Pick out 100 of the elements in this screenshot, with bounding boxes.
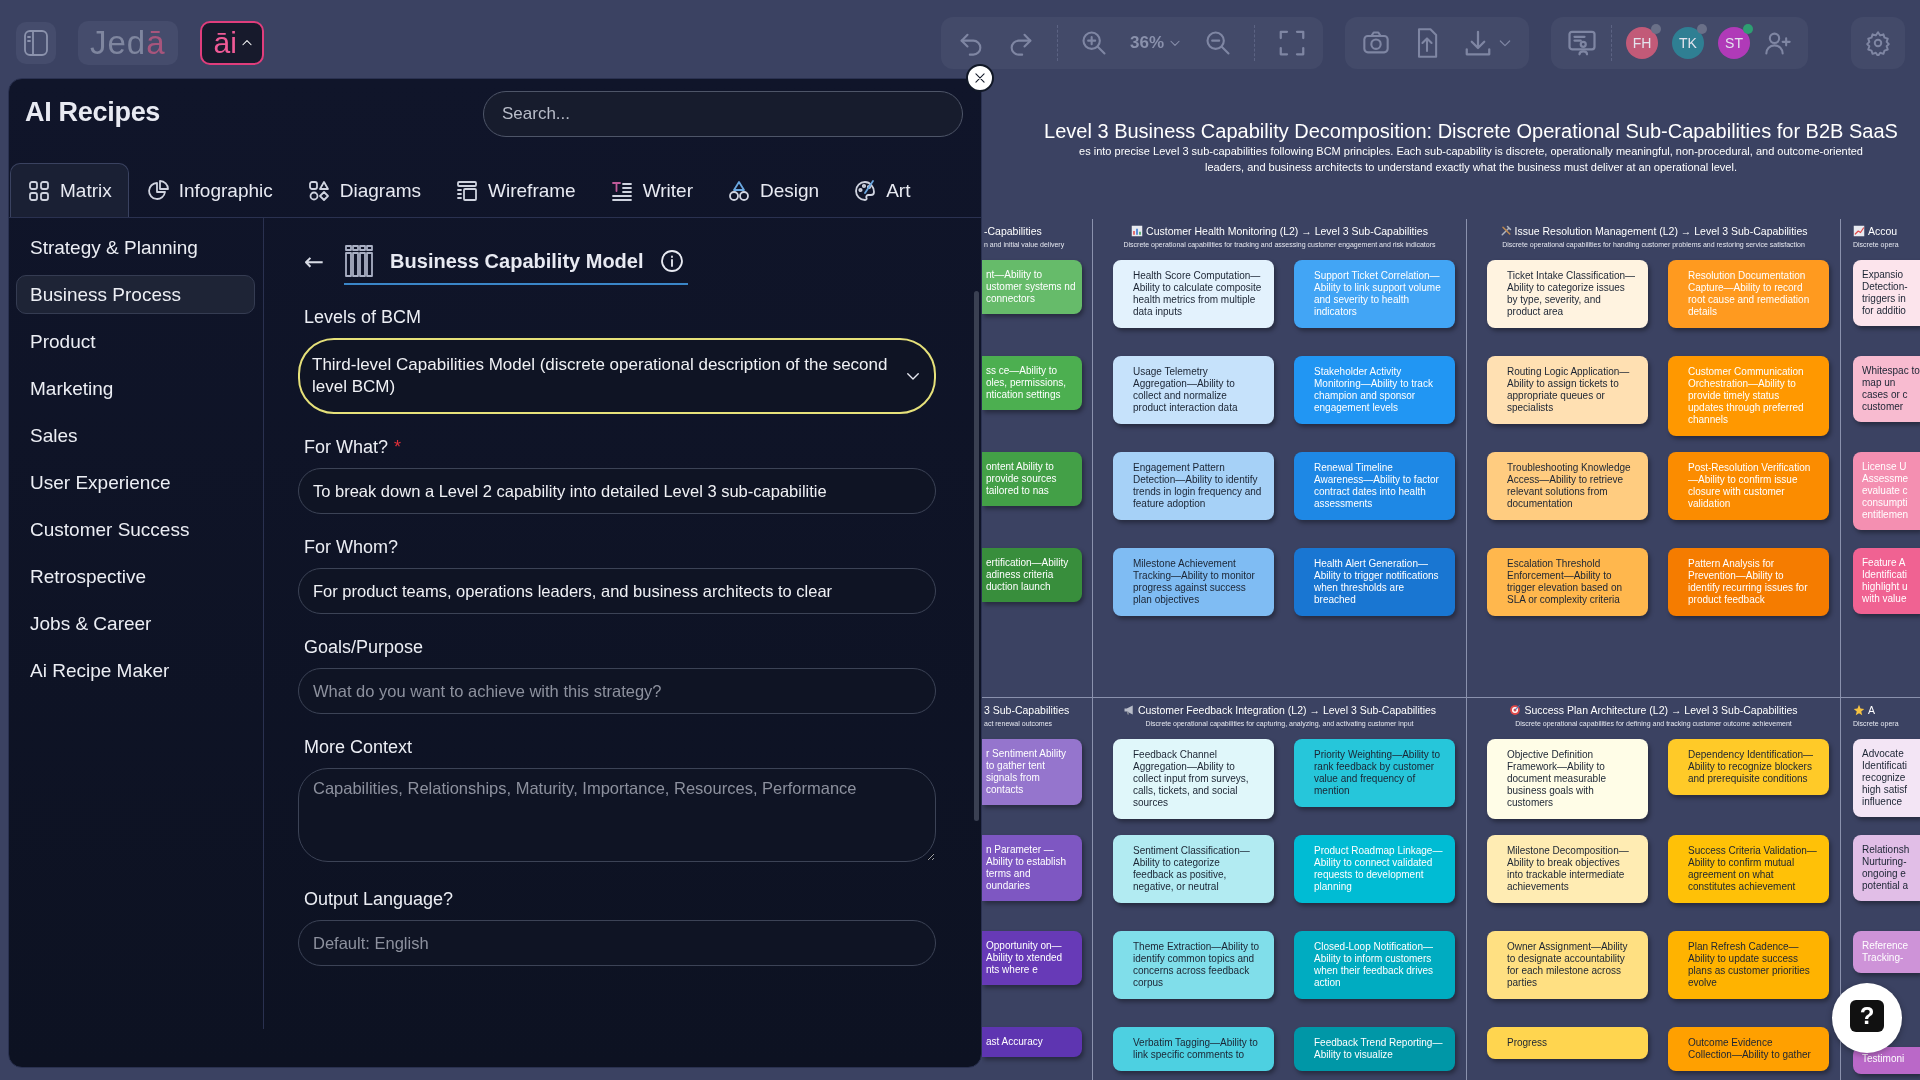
input-field[interactable]: Default: English [298,920,936,966]
avatar[interactable]: ST [1718,27,1750,59]
column-title: Customer Health Monitoring (L2) → Level 3 Sub-Capabilities [1146,225,1428,237]
canvas-title: Level 3 Business Capability Decomposition: Discrete Operational Sub-Capabilities for B2B SaaS [1043,120,1899,143]
capability-card: Testimoni [1853,1047,1920,1074]
category-item[interactable]: Jobs & Career [16,604,255,643]
target-icon [1509,704,1522,716]
tab[interactable]: Design [710,163,837,217]
grid-icon [27,178,51,203]
capability-card: Escalation Threshold Enforcement—Ability to trigger elevation based on SLA or complexity criteria [1487,548,1648,616]
capability-card: Theme Extraction—Ability to identify common topics and concerns across feedback corpus [1113,931,1274,999]
column-title: 3 Sub-Capabilities [984,704,1070,716]
bar-chart-icon [1131,225,1144,237]
info-icon[interactable] [659,249,684,273]
search-field[interactable]: Search... [483,91,963,137]
capability-card: Resolution Documentation Capture—Ability to record root cause and remediation details [1668,260,1829,328]
tab[interactable]: Wireframe [438,163,593,217]
palette-icon [853,178,878,203]
capability-card: Opportunity on—Ability to xtended nts where e [982,931,1082,985]
settings-icon[interactable] [1865,30,1891,56]
shapes-icon [727,178,751,203]
capability-card: Health Score Computation—Ability to calculate composite health metrics from multiple data inputs [1113,260,1274,328]
tab[interactable]: Matrix [10,163,129,217]
category-item[interactable]: Retrospective [16,557,255,596]
field-label: For What? [304,437,389,458]
capability-card: Milestone Decomposition—Ability to break objectives into trackable intermediate achievements [1487,835,1648,903]
capability-card: Expansio Detection- triggers in for additio [1853,260,1920,326]
tab[interactable]: Diagrams [289,163,439,217]
capability-card: Feature A Identificati highlight u with value [1853,548,1920,614]
scrollbar[interactable] [974,291,979,821]
tab[interactable]: Writer [592,163,710,217]
capability-card: Progress [1487,1027,1648,1059]
field-label: Goals/Purpose [304,637,424,658]
select-field[interactable]: Third-level Capabilities Model (discrete operational description of the second level BCM) [298,338,936,414]
capability-card: Troubleshooting Knowledge Access—Ability to retrieve relevant solutions from documentation [1487,452,1648,520]
required-mark: * [394,437,402,458]
capability-card: License U Assessme evaluate c consumpti entitlemen [1853,452,1920,530]
canvas-subtitle: leaders, and business architects to understand exactly what the business must deliver at an operational level. [1205,160,1737,175]
column-title: A [1868,704,1875,716]
capability-card: Advocate Identificati recognize high satisf influence [1853,739,1920,817]
panel-title: AI Recipes [25,96,161,128]
tab[interactable]: Art [836,163,928,217]
capability-card: Success Criteria Validation—Ability to confirm mutual agreement on what constitutes achievement [1668,835,1829,903]
input-field[interactable]: To break down a Level 2 capability into detailed Level 3 sub-capabilitie [298,468,936,514]
category-item[interactable]: Sales [16,416,255,455]
capability-card: ast Accuracy [982,1027,1082,1057]
zoom-out-icon[interactable] [1204,29,1232,57]
avatar[interactable]: TK [1672,27,1704,59]
column-title: -Capabilities [984,225,1042,237]
back-button[interactable]: ← [298,248,331,276]
capability-card: Routing Logic Application—Ability to assign tickets to appropriate queues or specialists [1487,356,1648,424]
canvas-subtitle: es into precise Level 3 sub-capabilities following BCM principles. Each sub-capability is discrete, operationally meaningful, non-procedural, and outcome-oriented [1079,144,1863,159]
download-icon[interactable] [1463,28,1493,58]
logo-text: Jedā [78,21,178,65]
tab[interactable]: Infographic [128,163,290,217]
category-item[interactable]: User Experience [16,463,255,502]
field-label: Output Language? [304,889,454,910]
capability-card: Dependency Identification—Ability to recognize blockers and prerequisite conditions [1668,739,1829,795]
text-area[interactable]: Capabilities, Relationships, Maturity, Importance, Resources, Performance [298,768,936,862]
capability-card: Owner Assignment—Ability to designate accountability for each milestone across parties [1487,931,1648,999]
capability-card: ontent Ability to provide sources tailored to nas [982,452,1082,506]
capability-card: Pattern Analysis for Prevention—Ability to identify recurring issues for product feedback [1668,548,1829,616]
capability-card: Feedback Trend Reporting—Ability to visualize [1294,1027,1455,1071]
columns-icon [344,244,375,278]
zoom-in-icon[interactable] [1079,29,1108,57]
capability-card: Product Roadmap Linkage—Ability to connect validated requests to development planning [1294,835,1455,903]
input-field[interactable]: What do you want to achieve with this strategy? [298,668,936,714]
help-button[interactable]: ? [1832,983,1902,1053]
category-item[interactable]: Strategy & Planning [16,228,255,267]
capability-card: ertification—Ability adiness criteria duction launch [982,548,1082,602]
shapes-icon [306,178,331,203]
capability-card: Engagement Pattern Detection—Ability to identify trends in login frequency and feature adoption [1113,452,1274,520]
presentation-icon[interactable] [1567,28,1597,58]
field-label: For Whom? [304,537,399,558]
capability-card: Closed-Loop Notification—Ability to inform customers when their feedback drives action [1294,931,1455,999]
capability-card: Outcome Evidence Collection—Ability to gather [1668,1027,1829,1071]
wireframe-icon [455,178,480,203]
category-item[interactable]: Business Process [16,275,255,314]
category-item[interactable]: Ai Recipe Maker [16,651,255,690]
category-item[interactable]: Customer Success [16,510,255,549]
category-item[interactable]: Marketing [16,369,255,408]
column-title: Success Plan Architecture (L2) → Level 3 Sub-Capabilities [1524,704,1798,716]
capability-card: Priority Weighting—Ability to rank feedback by customer value and frequency of mention [1294,739,1455,807]
column-title: Customer Feedback Integration (L2) → Level 3 Sub-Capabilities [1137,704,1437,716]
capability-card: Plan Refresh Cadence—Ability to update success plans as customer priorities evolve [1668,931,1829,999]
input-field[interactable]: For product teams, operations leaders, and business architects to clear [298,568,936,614]
fullscreen-icon[interactable] [1277,28,1307,58]
capability-card: Relationsh Nurturing- ongoing e potential a [1853,835,1920,901]
field-label: Levels of BCM [304,307,422,328]
recipe-title: Business Capability Model [390,249,644,273]
ai-button[interactable]: āi [199,21,264,65]
capability-card: Health Alert Generation—Ability to trigger notifications when thresholds are breached [1294,548,1455,616]
capability-card: Feedback Channel Aggregation—Ability to collect input from surveys, calls, tickets, and social sources [1113,739,1274,819]
sidebar-toggle-button[interactable] [16,22,56,64]
capability-card: Post-Resolution Verification—Ability to confirm issue closure with customer validation [1668,452,1829,520]
capability-card: Milestone Achievement Tracking—Ability to monitor progress against success plan objectives [1113,548,1274,616]
category-item[interactable]: Product [16,322,255,361]
pie-chart-icon [145,178,170,203]
capability-card: Objective Definition Framework—Ability to document measurable business goals with customers [1487,739,1648,819]
capability-card: r Sentiment Ability to gather tent signals from contacts [982,739,1082,805]
